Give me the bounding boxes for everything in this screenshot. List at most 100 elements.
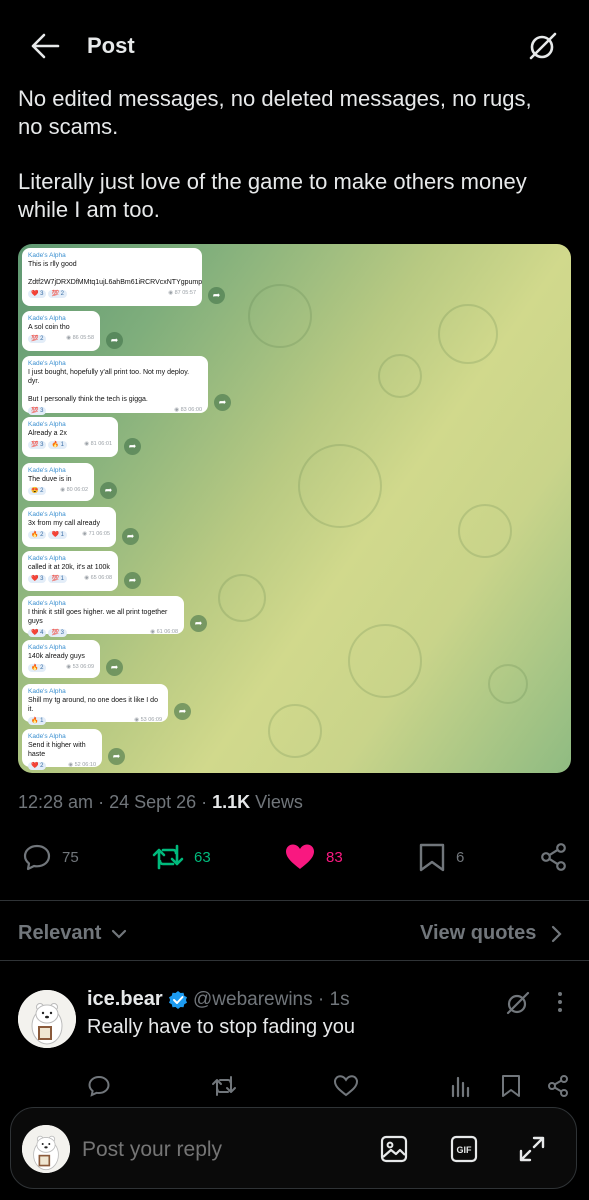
message-views: 81 [90, 441, 97, 447]
reply-author-name[interactable]: ice.bear [87, 988, 188, 1011]
post-text-line: no scams. [18, 114, 119, 139]
message-text: But I personally think the tech is gigga… [28, 396, 148, 403]
message-time: 06:10 [82, 762, 96, 768]
message-text: Shill my tg around, no one does it like … [28, 697, 158, 713]
message-text: Send it higher with haste [28, 742, 86, 758]
message-views-time: ◉ 80 06:02 [60, 486, 88, 495]
telegram-message: Kade's Alpha Already a 2x 💯 3 🔥 1 ◉ 81 06:01 [22, 417, 118, 457]
message-text: I think it still goes higher. we all pri… [28, 609, 168, 625]
reply-icon[interactable] [87, 1074, 111, 1098]
message-sender: Kade's Alpha [28, 688, 66, 695]
message-views-time: ◉ 52 06:10 [68, 761, 96, 770]
separator: · [196, 792, 213, 812]
image-icon[interactable] [380, 1135, 408, 1163]
forward-icon: ➦ [106, 659, 123, 676]
message-sender: Kade's Alpha [28, 421, 66, 428]
message-sender: Kade's Alpha [28, 555, 66, 562]
forward-icon: ➦ [214, 394, 231, 411]
telegram-message: Kade's Alpha A sol coin tho 💯 2 ◉ 86 05:58 [22, 311, 100, 351]
gif-icon[interactable]: GIF [450, 1135, 478, 1163]
bookmark-button[interactable]: 6 [418, 842, 464, 872]
bookmark-count: 6 [456, 848, 465, 866]
reply-author-handle[interactable]: @webarewins · 1s [193, 989, 350, 1011]
message-reaction: 🔥 1 [28, 717, 47, 725]
forward-icon: ➦ [208, 287, 225, 304]
reply-input[interactable] [80, 1137, 364, 1163]
message-views: 53 [140, 717, 147, 723]
share-icon[interactable] [546, 1074, 570, 1098]
forward-icon: ➦ [190, 615, 207, 632]
message-text: I just bought, hopefully y'all print too… [28, 369, 190, 385]
message-reaction: 😍 2 [28, 487, 47, 495]
like-button[interactable]: 83 [284, 842, 343, 872]
message-time: 06:05 [96, 531, 110, 537]
telegram-message: Kade's Alpha I just bought, hopefully y'a… [22, 356, 208, 415]
reply-count: 75 [62, 848, 79, 866]
view-quotes-link[interactable]: View quotes [420, 922, 562, 945]
post-date: 24 Sept 26 [109, 792, 197, 812]
message-time: 05:57 [182, 290, 196, 296]
message-reaction: ❤️ 1 [48, 531, 67, 539]
sort-label: Relevant [18, 922, 102, 944]
message-reaction: 💯 1 [48, 575, 67, 583]
message-text: 3x from my call already [28, 520, 100, 527]
expand-icon[interactable] [518, 1135, 546, 1163]
bookmark-icon[interactable] [500, 1074, 522, 1098]
forward-icon: ➦ [174, 703, 191, 720]
share-button[interactable] [539, 842, 579, 872]
reply-text: Really have to stop fading you [87, 1016, 355, 1038]
sort-dropdown[interactable]: Relevant [18, 922, 127, 945]
svg-text:GIF: GIF [457, 1145, 473, 1155]
repost-icon [152, 842, 194, 872]
reply-icon [22, 842, 62, 872]
message-views: 61 [156, 629, 163, 635]
forward-icon: ➦ [122, 528, 139, 545]
message-reaction: 🔥 1 [48, 441, 67, 449]
message-reaction: 🔥 2 [28, 664, 47, 672]
post-meta: 12:28 am · 24 Sept 26 · 1.1K Views [18, 792, 303, 813]
grok-icon[interactable] [505, 990, 531, 1016]
analytics-icon[interactable] [450, 1074, 472, 1098]
telegram-message: Kade's Alpha I think it still goes higher… [22, 596, 184, 637]
message-text: Zdtf2W7jDRXDfMMtq1ujL6ahBm61iRCRVcxNTYgp… [28, 279, 203, 286]
message-views-time: ◉ 87 05:57 [168, 289, 196, 298]
message-time: 05:58 [80, 335, 94, 341]
views-count[interactable]: 1.1K [212, 792, 250, 812]
message-views-time: ◉ 61 06:08 [150, 628, 178, 637]
message-text: This is rlly good [28, 261, 77, 268]
message-reaction: 💯 3 [28, 407, 47, 415]
message-reaction: 💯 3 [48, 629, 67, 637]
message-text: called it at 20k, it's at 100k [28, 564, 110, 571]
message-views-time: ◉ 86 05:58 [66, 334, 94, 343]
back-arrow-icon[interactable] [30, 32, 60, 60]
message-time: 06:02 [74, 487, 88, 493]
repost-count: 63 [194, 848, 211, 866]
message-time: 06:09 [80, 664, 94, 670]
message-views-time: ◉ 65 06:08 [84, 574, 112, 583]
post-image[interactable]: Kade's Alpha This is rlly good Zdtf2W7jDR… [18, 244, 571, 773]
repost-button[interactable]: 63 [152, 842, 211, 872]
telegram-message: Kade's Alpha 140k already guys 🔥 2 ◉ 53 06:… [22, 640, 100, 678]
message-text [28, 386, 202, 395]
verified-badge-icon [168, 990, 188, 1010]
message-text: 140k already guys [28, 653, 85, 660]
reply-button[interactable]: 75 [22, 842, 79, 872]
message-reaction: ❤️ 3 [28, 290, 47, 298]
view-quotes-label: View quotes [420, 922, 537, 944]
more-options-icon[interactable] [556, 991, 564, 1013]
forward-icon: ➦ [108, 748, 125, 765]
message-views-time: ◉ 81 06:01 [84, 440, 112, 449]
repost-icon[interactable] [211, 1074, 237, 1098]
forward-icon: ➦ [124, 572, 141, 589]
message-views: 86 [72, 335, 79, 341]
message-reaction: 💯 3 [28, 441, 47, 449]
views-label: Views [250, 792, 303, 812]
telegram-message: Kade's Alpha called it at 20k, it's at 10… [22, 551, 118, 591]
message-views: 80 [66, 487, 73, 493]
avatar[interactable] [18, 990, 76, 1048]
message-reaction: 🔥 2 [28, 531, 47, 539]
author-name-text: ice.bear [87, 988, 163, 1010]
message-text: The duve is in [28, 476, 72, 483]
heart-icon[interactable] [333, 1074, 359, 1098]
grok-icon[interactable] [527, 30, 559, 62]
